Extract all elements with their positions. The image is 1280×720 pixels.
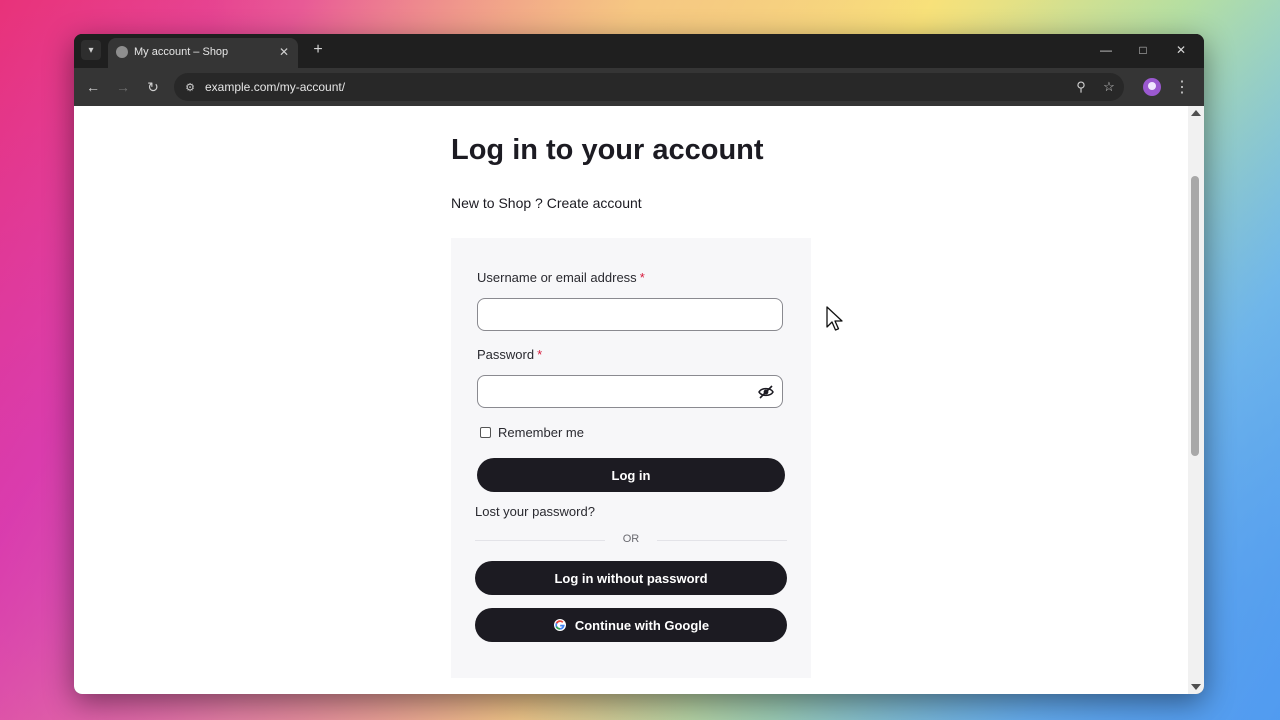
maximize-icon[interactable]: □ <box>1131 40 1155 60</box>
google-button-label: Continue with Google <box>574 617 710 633</box>
tab-bar: ▾ My account – Shop ✕ + — □ ✕ <box>74 34 1204 68</box>
required-marker: * <box>537 347 543 362</box>
remember-checkbox[interactable] <box>480 427 491 438</box>
site-info-icon[interactable]: ⚙ <box>183 80 197 94</box>
login-button[interactable]: Log in <box>477 458 785 492</box>
username-input[interactable] <box>477 298 783 331</box>
tab-my-account[interactable]: My account – Shop ✕ <box>108 38 298 68</box>
minimize-icon[interactable]: — <box>1094 40 1118 60</box>
close-icon[interactable]: ✕ <box>276 44 292 60</box>
page-scrollbar[interactable] <box>1188 106 1204 694</box>
password-input[interactable] <box>477 375 783 408</box>
reload-icon[interactable]: ↻ <box>143 77 163 97</box>
cursor-icon <box>826 306 843 331</box>
signup-link[interactable]: New to Shop ? Create account <box>451 195 642 211</box>
scroll-thumb[interactable] <box>1191 176 1199 456</box>
address-bar[interactable]: ⚙ example.com/my-account/ ⚲ ☆ <box>174 73 1124 101</box>
scroll-down-icon[interactable] <box>1191 684 1201 690</box>
star-icon[interactable]: ☆ <box>1100 78 1118 96</box>
username-label: Username or email address * <box>477 270 645 285</box>
passwordless-login-button[interactable]: Log in without password <box>475 561 787 595</box>
tab-title: My account – Shop <box>134 46 229 58</box>
scroll-up-icon[interactable] <box>1191 110 1201 116</box>
zoom-icon[interactable]: ⚲ <box>1072 78 1090 96</box>
google-icon <box>553 619 566 631</box>
or-divider: OR <box>475 532 787 548</box>
plus-icon[interactable]: + <box>308 40 328 60</box>
back-icon[interactable]: ← <box>83 77 103 97</box>
page-viewport: Log in to your account New to Shop ? Cre… <box>74 106 1188 694</box>
url-text[interactable]: example.com/my-account/ <box>205 80 345 94</box>
eye-off-icon[interactable] <box>758 384 774 400</box>
page-title: Log in to your account <box>451 134 764 166</box>
remember-label: Remember me <box>498 425 584 440</box>
username-label-text: Username or email address <box>477 270 637 285</box>
globe-icon <box>116 46 128 58</box>
lost-password-link[interactable]: Lost your password? <box>475 504 595 519</box>
menu-icon[interactable]: ⋮ <box>1172 77 1192 97</box>
remember-me[interactable]: Remember me <box>480 425 584 440</box>
profile-icon[interactable] <box>1143 78 1161 96</box>
login-card: Username or email address * Password * R… <box>451 238 811 678</box>
browser-window: ▾ My account – Shop ✕ + — □ ✕ ← → ↻ ⚙ ex… <box>74 34 1204 694</box>
close-window-icon[interactable]: ✕ <box>1169 40 1193 60</box>
forward-icon[interactable]: → <box>113 77 133 97</box>
password-label-text: Password <box>477 347 535 362</box>
password-label: Password * <box>477 347 542 362</box>
browser-toolbar: ← → ↻ ⚙ example.com/my-account/ ⚲ ☆ ⋮ <box>74 68 1204 106</box>
required-marker: * <box>639 270 645 285</box>
divider-text: OR <box>622 533 640 545</box>
tab-dropdown-icon[interactable]: ▾ <box>81 40 101 60</box>
google-login-button[interactable]: Continue with Google <box>475 608 787 642</box>
